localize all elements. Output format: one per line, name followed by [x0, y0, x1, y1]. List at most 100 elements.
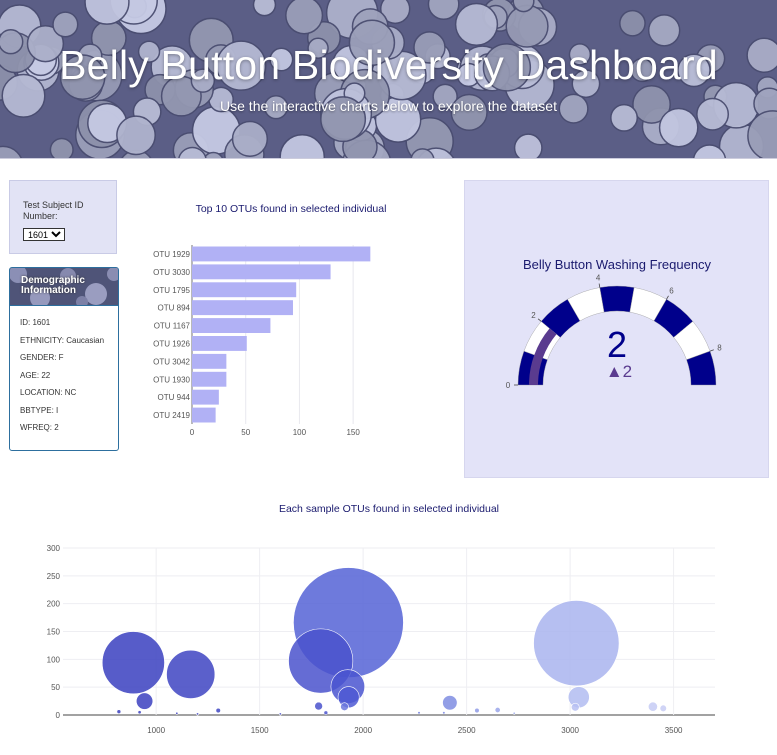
- bubble-point[interactable]: [512, 711, 516, 715]
- bubble-y-tick-label: 300: [47, 544, 61, 553]
- gauge-tick-mark: [666, 295, 669, 300]
- bar-mark[interactable]: [192, 353, 227, 369]
- bar-mark[interactable]: [192, 300, 293, 316]
- demographic-list: ID: 1601 ETHNICITY: Caucasian GENDER: F …: [10, 306, 118, 441]
- bubble-point[interactable]: [215, 707, 221, 714]
- bubble-point[interactable]: [196, 712, 200, 716]
- bubble-x-tick-label: 1500: [251, 726, 269, 735]
- bubble-point[interactable]: [166, 649, 216, 699]
- bubble-point[interactable]: [116, 709, 122, 714]
- header-banner: Belly Button Biodiversity Dashboard Use …: [0, 0, 777, 159]
- gauge-tick-mark: [537, 318, 542, 322]
- gauge-title: Belly Button Washing Frequency: [523, 257, 712, 272]
- bacteria-cell-shape: [49, 137, 74, 158]
- bar-mark[interactable]: [192, 336, 247, 351]
- bubble-point[interactable]: [417, 711, 421, 715]
- page-title: Belly Button Biodiversity Dashboard: [59, 42, 718, 88]
- bubble-point[interactable]: [647, 701, 658, 712]
- bacteria-cell-shape: [116, 115, 156, 156]
- bar-x-tick-label: 50: [241, 428, 250, 437]
- demographic-panel-header: Demographic Information: [10, 268, 118, 306]
- bar-category-label: OTU 2419: [153, 411, 190, 420]
- bubble-point[interactable]: [314, 701, 323, 711]
- bubble-point[interactable]: [494, 707, 501, 713]
- demographic-gender: GENDER: F: [20, 353, 64, 362]
- bubble-y-tick-label: 0: [56, 711, 61, 720]
- bar-mark[interactable]: [192, 282, 297, 298]
- bubble-x-tick-label: 2000: [354, 726, 372, 735]
- bar-x-tick-label: 100: [293, 428, 307, 437]
- top-otu-bar-chart[interactable]: Top 10 OTUs found in selected individual…: [130, 190, 450, 450]
- bacteria-cell-shape: [252, 0, 277, 17]
- bubble-y-tick-label: 150: [47, 628, 61, 637]
- bar-category-label: OTU 3030: [153, 268, 190, 277]
- subject-selector-panel: Test Subject ID Number: 1601: [9, 180, 117, 254]
- bubble-y-tick-label: 250: [47, 572, 61, 581]
- bubble-x-tick-label: 2500: [458, 726, 476, 735]
- bubble-point[interactable]: [323, 710, 329, 716]
- demographic-id: ID: 1601: [20, 318, 51, 327]
- bar-x-tick-label: 0: [190, 428, 195, 437]
- bar-x-tick-label: 150: [346, 428, 360, 437]
- gauge-tick-label: 2: [531, 311, 536, 320]
- demographic-panel-title: Demographic Information: [21, 275, 85, 296]
- demographic-wfreq: WFREQ: 2: [20, 423, 59, 432]
- bar-mark[interactable]: [192, 318, 271, 333]
- demographic-bbtype: BBTYPE: I: [20, 405, 59, 415]
- bubble-point[interactable]: [567, 686, 590, 709]
- washing-frequency-gauge[interactable]: Belly Button Washing Frequency 0 2 4 6 8 2 ▲…: [465, 181, 770, 479]
- bar-category-label: OTU 1167: [154, 322, 191, 331]
- bar-category-label: OTU 894: [158, 304, 191, 313]
- gauge-tick-mark: [598, 283, 601, 288]
- bar-category-label: OTU 3042: [153, 357, 190, 366]
- bubble-point[interactable]: [135, 692, 154, 710]
- bubble-point[interactable]: [340, 702, 349, 711]
- bubble-x-tick-label: 3500: [665, 726, 683, 735]
- gauge-tick-label: 4: [596, 274, 601, 283]
- bacteria-cell-shape: [285, 0, 324, 35]
- gauge-tick-label: 8: [717, 344, 722, 353]
- bubble-point[interactable]: [101, 631, 165, 695]
- bubble-point[interactable]: [442, 711, 446, 715]
- bubble-y-tick-label: 200: [47, 600, 61, 609]
- subject-id-select[interactable]: 1601: [23, 228, 65, 241]
- bar-mark[interactable]: [192, 371, 227, 387]
- bubble-chart-title: Each sample OTUs found in selected indiv…: [279, 503, 499, 515]
- bacteria-cell-shape: [658, 107, 699, 148]
- bubble-point[interactable]: [442, 695, 458, 711]
- otu-bubble-chart[interactable]: Each sample OTUs found in selected indiv…: [0, 495, 777, 755]
- bar-chart-title: Top 10 OTUs found in selected individual: [196, 203, 387, 215]
- bacteria-cell-shape: [454, 2, 499, 47]
- bubble-point[interactable]: [474, 707, 480, 714]
- bacteria-cell-shape: [513, 133, 543, 158]
- bubble-point[interactable]: [175, 711, 179, 715]
- gauge-tick-label: 6: [669, 287, 674, 296]
- page-subtitle: Use the interactive charts below to expl…: [220, 98, 557, 114]
- bar-mark[interactable]: [192, 246, 371, 262]
- demographic-location: LOCATION: NC: [20, 388, 77, 397]
- bar-category-label: OTU 1929: [153, 250, 190, 259]
- bar-mark[interactable]: [192, 407, 216, 423]
- bubble-point[interactable]: [137, 710, 142, 715]
- bacteria-cell-shape: [52, 11, 79, 38]
- gauge-tick-mark: [709, 349, 714, 352]
- bar-category-label: OTU 1795: [153, 286, 190, 295]
- bubble-x-tick-label: 1000: [147, 726, 165, 735]
- bacteria-cell-shape: [619, 9, 646, 37]
- bar-mark[interactable]: [192, 389, 219, 405]
- gauge-band: [599, 285, 635, 313]
- demographic-age: AGE: 22: [20, 370, 51, 380]
- bubble-point[interactable]: [659, 704, 667, 712]
- gauge-delta: ▲2: [606, 362, 632, 381]
- bubble-point[interactable]: [533, 600, 620, 687]
- gauge-tick-label: 0: [506, 381, 511, 390]
- bubble-point[interactable]: [571, 702, 580, 712]
- bar-category-label: OTU 1926: [153, 339, 190, 348]
- bar-mark[interactable]: [192, 264, 331, 280]
- bar-category-label: OTU 1930: [153, 375, 190, 384]
- bubble-point[interactable]: [278, 712, 282, 716]
- bubble-y-tick-label: 100: [47, 655, 61, 664]
- demographic-ethnicity: ETHNICITY: Caucasian: [20, 335, 105, 345]
- subject-id-label: Test Subject ID Number:: [23, 200, 84, 221]
- bar-category-label: OTU 944: [158, 393, 191, 402]
